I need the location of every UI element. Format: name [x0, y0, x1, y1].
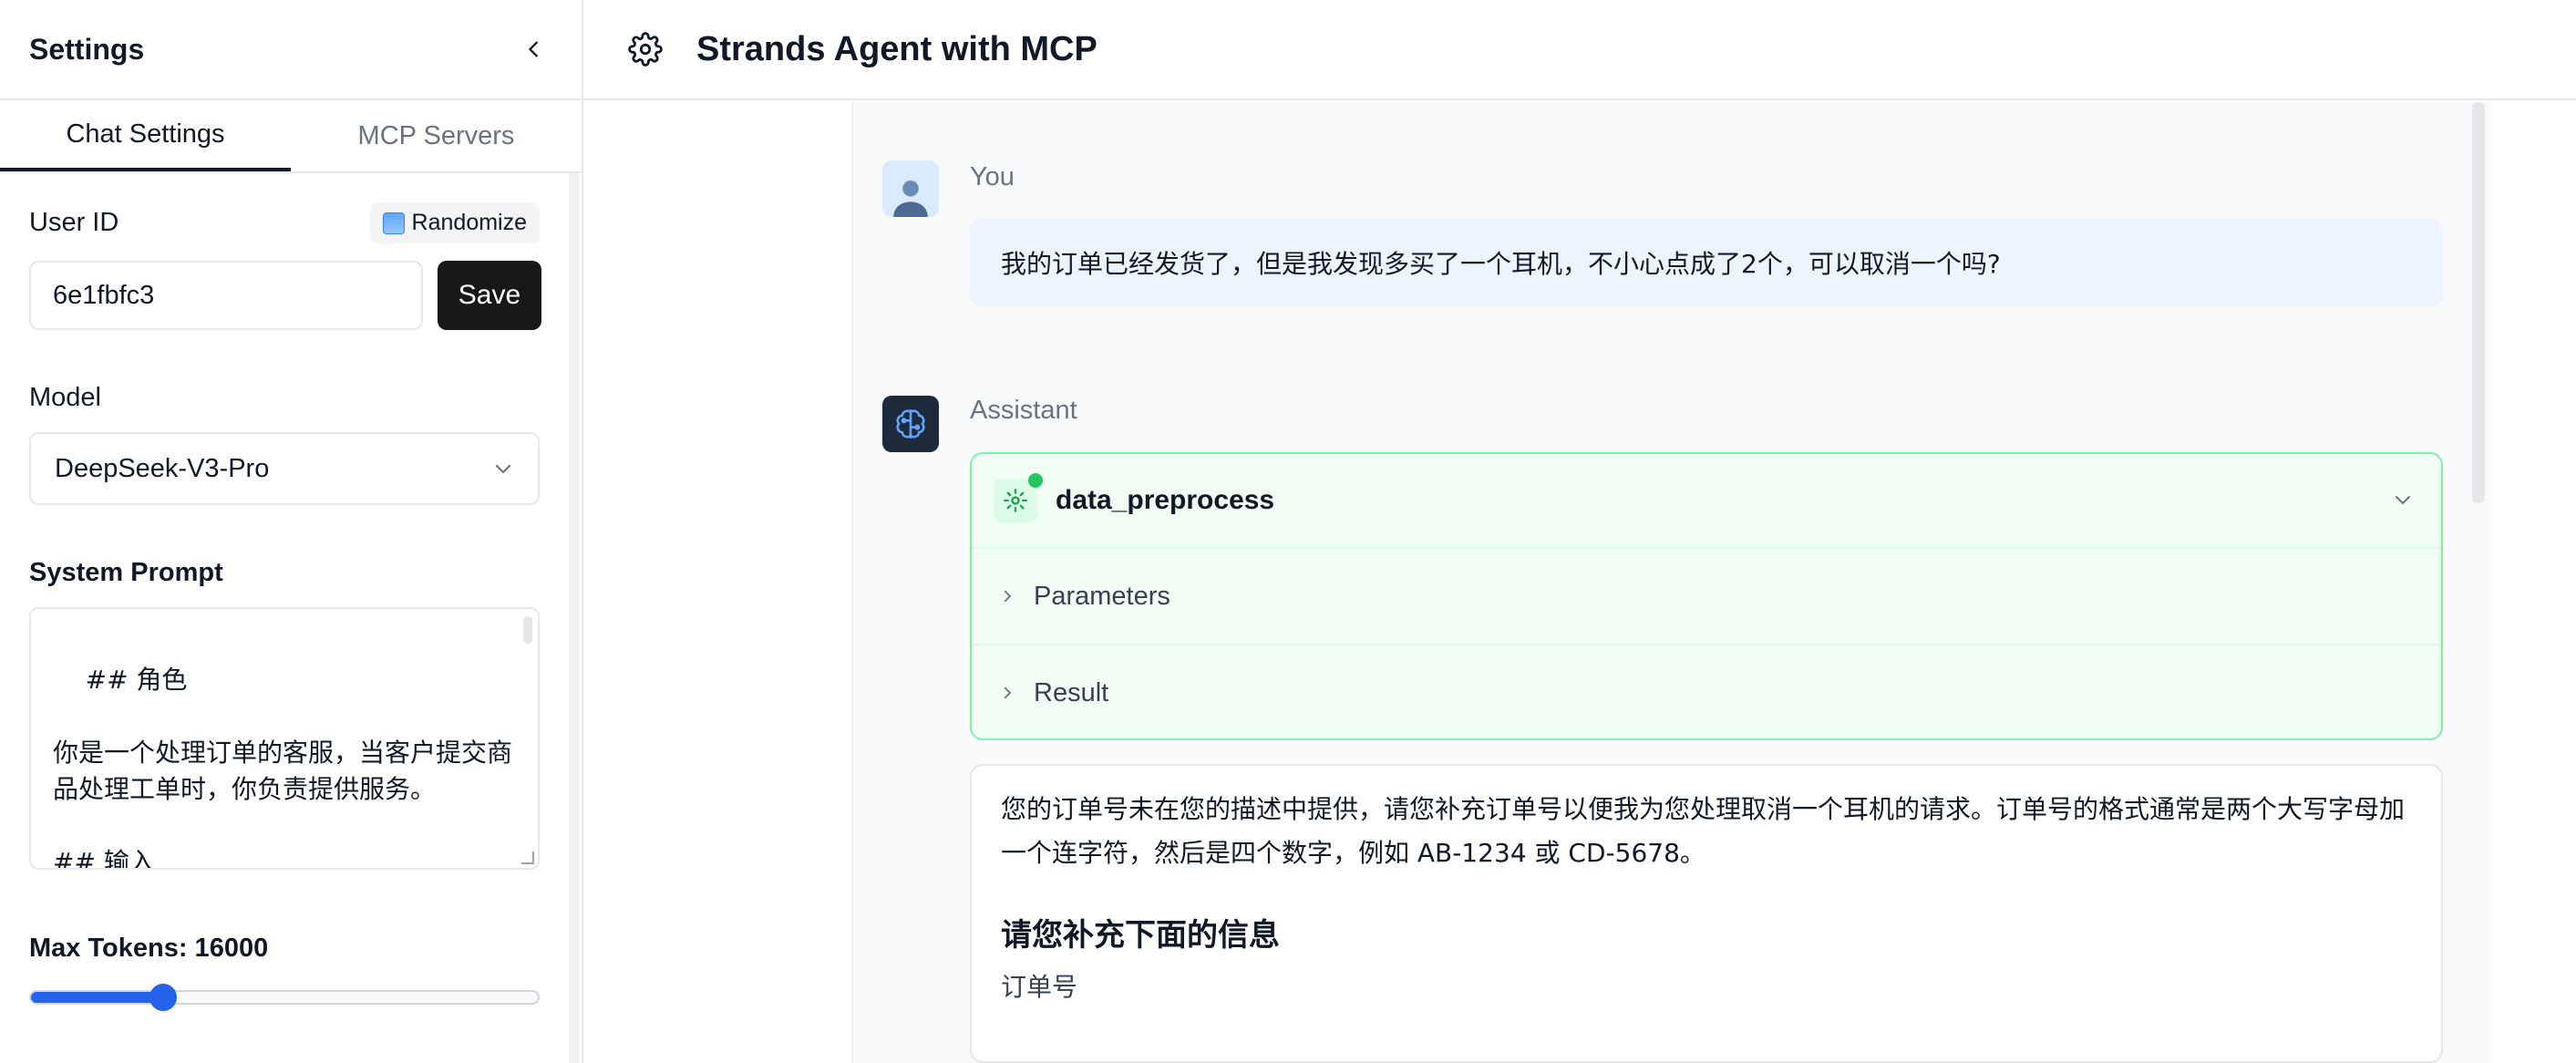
user-id-input[interactable] — [29, 261, 423, 330]
user-role-label: You — [970, 162, 1015, 191]
max-tokens-slider[interactable] — [29, 984, 540, 1011]
chevron-down-icon — [2396, 496, 2410, 505]
user-message-bubble: 我的订单已经发货了，但是我发现多买了一个耳机，不小心点成了2个，可以取消一个吗? — [970, 219, 2443, 306]
assistant-answer-card: 您的订单号未在您的描述中提供，请您补充订单号以便我为您处理取消一个耳机的请求。订… — [970, 764, 2443, 1063]
assistant-avatar — [882, 396, 939, 452]
settings-toggle-button[interactable] — [625, 29, 665, 69]
gear-icon — [1004, 489, 1027, 512]
user-id-label: User ID — [29, 208, 119, 237]
user-message-text: 我的订单已经发货了，但是我发现多买了一个耳机，不小心点成了2个，可以取消一个吗? — [1001, 249, 2001, 279]
answer-heading: 请您补充下面的信息 — [1001, 917, 1280, 954]
tool-parameters-toggle[interactable]: Parameters — [972, 549, 2441, 644]
tool-result-toggle[interactable]: Result — [972, 644, 2441, 738]
sidebar-title: Settings — [29, 32, 145, 66]
save-button[interactable]: Save — [438, 261, 541, 330]
textarea-scrollbar[interactable] — [523, 616, 532, 644]
tool-call-header[interactable]: data_preprocess — [972, 454, 2441, 549]
user-avatar — [882, 160, 939, 217]
tool-call-card: data_preprocess Parameters Result — [970, 452, 2443, 740]
refresh-icon — [382, 212, 405, 234]
tool-name: data_preprocess — [1056, 485, 1275, 515]
sidebar-header: Settings — [0, 0, 582, 100]
user-icon — [893, 181, 928, 217]
sidebar-tabs: Chat Settings MCP Servers — [0, 100, 582, 173]
system-prompt-label: System Prompt — [29, 558, 223, 587]
system-prompt-textarea[interactable]: ## 角色 你是一个处理订单的客服，当客户提交商品处理工单时，你负责提供服务。 … — [29, 607, 540, 870]
page-title: Strands Agent with MCP — [696, 29, 1097, 68]
slider-fill — [31, 992, 163, 1003]
answer-paragraph: 您的订单号未在您的描述中提供，请您补充订单号以便我为您处理取消一个耳机的请求。订… — [1001, 794, 2406, 868]
parameters-label: Parameters — [1034, 581, 1170, 611]
status-dot — [1028, 473, 1043, 488]
chevron-right-icon — [1004, 686, 1012, 699]
system-prompt-text: ## 角色 你是一个处理订单的客服，当客户提交商品处理工单时，你负责提供服务。 … — [53, 665, 513, 870]
assistant-role-label: Assistant — [970, 396, 1077, 425]
max-tokens-label: Max Tokens: 16000 — [29, 934, 269, 963]
main-header: Strands Agent with MCP — [583, 0, 2576, 100]
textarea-resize-handle[interactable] — [521, 851, 534, 864]
brain-icon — [896, 409, 925, 439]
randomize-button[interactable]: Randomize — [369, 202, 540, 243]
slider-thumb[interactable] — [149, 984, 177, 1011]
answer-item: 订单号 — [1001, 972, 1078, 1002]
settings-sidebar: Settings Chat Settings MCP Servers User … — [0, 0, 583, 1063]
model-label: Model — [29, 383, 101, 412]
randomize-label: Randomize — [411, 210, 527, 235]
user-id-row: User ID Randomize — [29, 202, 540, 243]
tab-mcp-servers[interactable]: MCP Servers — [291, 100, 582, 171]
collapse-sidebar-button[interactable] — [516, 31, 552, 67]
tool-icon — [994, 473, 1043, 522]
model-select[interactable]: DeepSeek-V3-Pro — [29, 432, 540, 505]
gear-icon — [628, 32, 663, 67]
chat-scrollbar[interactable] — [2472, 102, 2485, 503]
chevron-down-icon — [495, 464, 511, 474]
sidebar-scrollbar[interactable] — [569, 173, 580, 1063]
chevron-left-icon — [529, 41, 538, 57]
user-id-input-row: Save — [29, 261, 541, 330]
result-label: Result — [1034, 677, 1109, 707]
tab-chat-settings[interactable]: Chat Settings — [0, 100, 291, 171]
model-selected-value: DeepSeek-V3-Pro — [55, 453, 270, 483]
chevron-right-icon — [1004, 590, 1012, 603]
